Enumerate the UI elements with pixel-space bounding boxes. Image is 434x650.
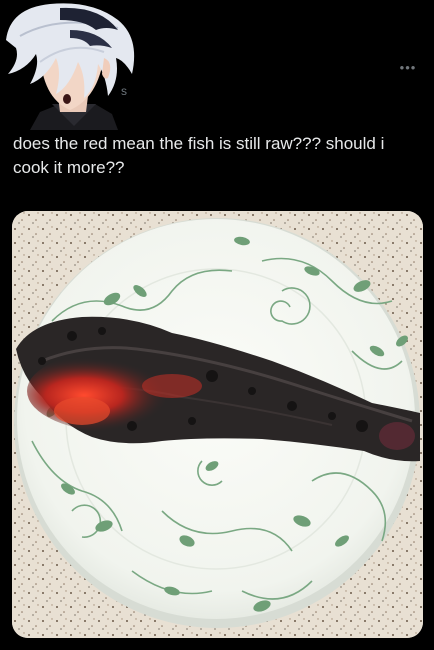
more-horizontal-icon[interactable]: ••• — [396, 58, 420, 78]
post-image[interactable] — [12, 211, 423, 638]
avatar[interactable] — [0, 0, 148, 130]
avatar-illustration — [0, 0, 148, 130]
tweet: s ••• does the red mean the fish is stil… — [0, 0, 434, 650]
post-text: does the red mean the fish is still raw?… — [13, 134, 385, 177]
username-fragment[interactable]: s — [121, 84, 127, 98]
photo-burnt-fish-on-plate — [12, 211, 423, 638]
